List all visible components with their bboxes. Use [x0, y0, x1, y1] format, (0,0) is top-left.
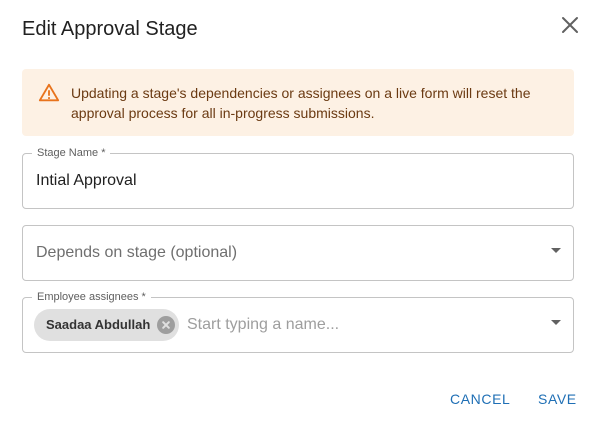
cancel-button[interactable]: CANCEL — [450, 390, 510, 408]
assignee-chip-label: Saadaa Abdullah — [46, 317, 151, 332]
dialog-title: Edit Approval Stage — [22, 18, 198, 40]
warning-icon — [38, 83, 60, 102]
depends-on-placeholder: Depends on stage (optional) — [36, 244, 238, 261]
assignee-search-input[interactable] — [187, 315, 527, 335]
stage-name-label: Stage Name * — [32, 146, 111, 160]
stage-name-value[interactable]: Intial Approval — [36, 171, 137, 191]
cancel-circle-icon[interactable] — [157, 316, 176, 334]
employee-assignees-field[interactable]: Employee assignees * Saadaa Abdullah — [22, 290, 574, 353]
assignee-chip[interactable]: Saadaa Abdullah — [34, 309, 180, 341]
warning-alert: Updating a stage's dependencies or assig… — [22, 69, 574, 136]
close-button[interactable] — [558, 13, 582, 37]
edit-approval-stage-dialog: Edit Approval Stage Updating a stage's d… — [0, 0, 592, 421]
alert-message: Updating a stage's dependencies or assig… — [71, 85, 531, 121]
depends-on-select[interactable]: Depends on stage (optional) — [22, 225, 574, 281]
close-icon — [562, 17, 578, 33]
chevron-down-icon[interactable] — [551, 320, 561, 325]
employee-assignees-label: Employee assignees * — [32, 290, 151, 304]
stage-name-field[interactable]: Stage Name * Intial Approval — [22, 146, 574, 209]
save-button[interactable]: SAVE — [538, 390, 577, 408]
chevron-down-icon[interactable] — [551, 248, 561, 253]
